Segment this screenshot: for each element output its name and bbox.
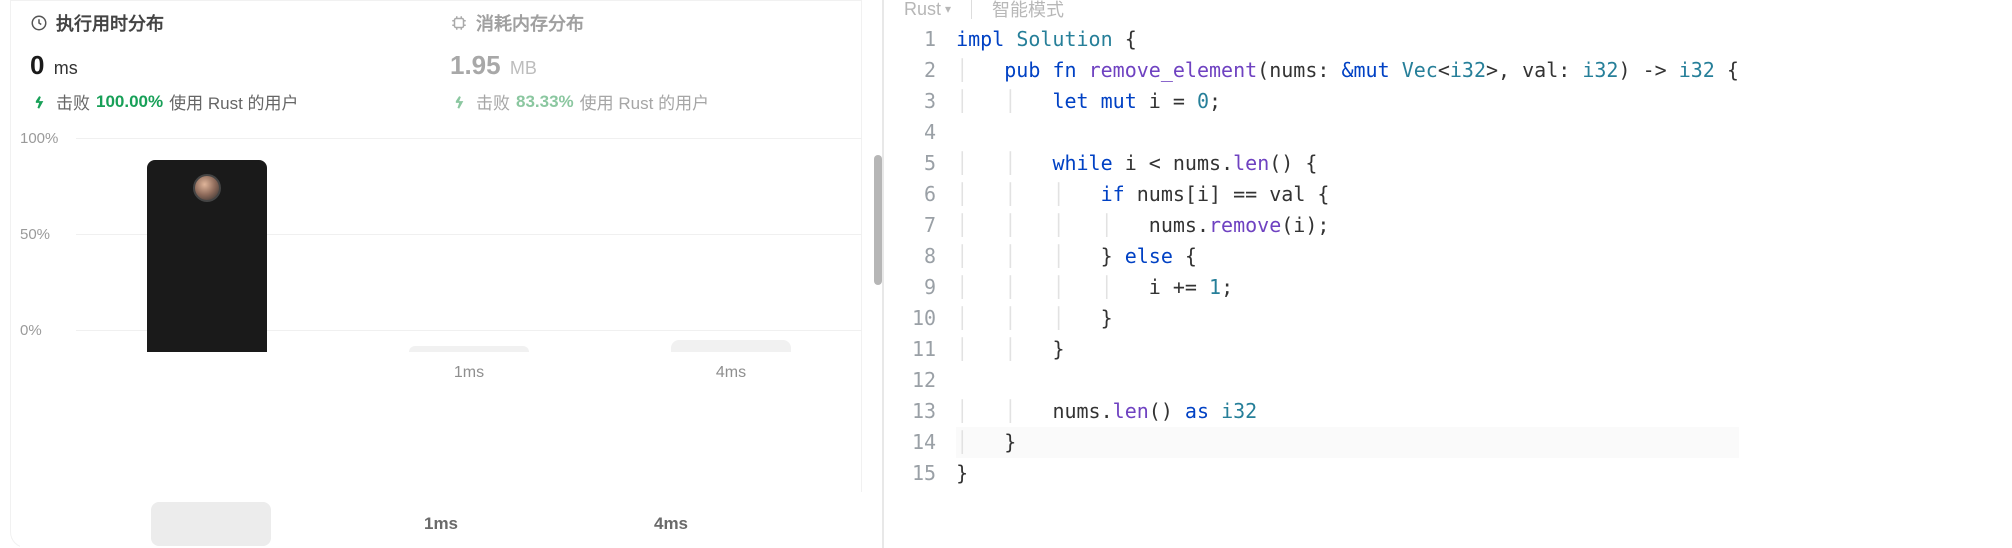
runtime-value-row: 0 ms <box>30 50 410 81</box>
memory-beat-line: 击败 83.33% 使用 Rust 的用户 <box>450 89 830 114</box>
runtime-beat-suffix: 使用 Rust 的用户 <box>169 89 298 114</box>
clap-icon <box>450 92 470 112</box>
chip-icon <box>450 14 468 32</box>
y-tick-100: 100% <box>20 130 58 147</box>
line-number: 12 <box>912 365 936 396</box>
editor-mode[interactable]: 智能模式 <box>992 0 1064 22</box>
y-tick-0: 0% <box>20 322 42 339</box>
code-line[interactable]: │ │ │ } else { <box>956 241 1739 272</box>
bar-slot[interactable] <box>338 132 600 352</box>
code-line[interactable]: } <box>956 458 1739 489</box>
chevron-down-icon: ▾ <box>945 2 951 16</box>
memory-beat-word: 击败 <box>476 89 510 114</box>
clock-icon <box>30 14 48 32</box>
line-number: 1 <box>912 24 936 55</box>
code-line[interactable]: │ │ let mut i = 0; <box>956 86 1739 117</box>
memory-beat-pct: 83.33% <box>516 92 574 112</box>
chart-tabs: 1ms 4ms <box>20 492 862 548</box>
code-line[interactable] <box>956 117 1739 148</box>
memory-beat-suffix: 使用 Rust 的用户 <box>580 89 709 114</box>
chart-tab[interactable]: 1ms <box>381 502 501 546</box>
avatar <box>193 174 221 202</box>
code-line[interactable]: │ │ while i < nums.len() { <box>956 148 1739 179</box>
code-line[interactable]: │ } <box>956 427 1739 458</box>
code-lines[interactable]: impl Solution {│ pub fn remove_element(n… <box>956 24 1739 489</box>
x-tick-label: 1ms <box>338 364 600 382</box>
x-axis-labels: 1ms4ms <box>76 364 862 382</box>
runtime-chart: 100% 50% 0% 1ms4ms <box>20 132 862 392</box>
clap-icon <box>30 92 50 112</box>
runtime-beat-line: 击败 100.00% 使用 Rust 的用户 <box>30 89 410 114</box>
chart-tab[interactable]: 4ms <box>611 502 731 546</box>
y-axis: 100% 50% 0% <box>20 132 76 352</box>
line-number: 9 <box>912 272 936 303</box>
code-editor-panel: Rust ▾ 智能模式 123456789101112131415 impl S… <box>882 0 2012 548</box>
chart-bar[interactable] <box>147 160 267 352</box>
line-number: 11 <box>912 334 936 365</box>
line-number: 2 <box>912 55 936 86</box>
code-line[interactable]: │ │ } <box>956 334 1739 365</box>
line-number: 5 <box>912 148 936 179</box>
scrollbar[interactable] <box>874 155 882 285</box>
line-number: 15 <box>912 458 936 489</box>
divider <box>971 0 972 19</box>
runtime-title-row: 执行用时分布 <box>30 10 410 36</box>
code-line[interactable]: │ │ nums.len() as i32 <box>956 396 1739 427</box>
chart-bar[interactable] <box>409 346 529 352</box>
x-tick-label <box>76 364 338 382</box>
code-area[interactable]: 123456789101112131415 impl Solution {│ p… <box>900 24 2012 489</box>
memory-card[interactable]: 消耗内存分布 1.95 MB 击败 83.33% 使用 Rust 的用户 <box>450 10 830 114</box>
runtime-value: 0 <box>30 50 44 80</box>
line-number: 3 <box>912 86 936 117</box>
runtime-card[interactable]: 执行用时分布 0 ms 击败 100.00% 使用 Rust 的用户 <box>30 10 410 114</box>
memory-title: 消耗内存分布 <box>476 10 584 36</box>
code-line[interactable]: impl Solution { <box>956 24 1739 55</box>
line-number: 8 <box>912 241 936 272</box>
code-line[interactable]: │ │ │ │ nums.remove(i); <box>956 210 1739 241</box>
line-number: 4 <box>912 117 936 148</box>
language-label: Rust <box>904 0 941 20</box>
line-number: 10 <box>912 303 936 334</box>
line-number: 13 <box>912 396 936 427</box>
memory-value-row: 1.95 MB <box>450 50 830 81</box>
code-line[interactable]: │ │ │ │ i += 1; <box>956 272 1739 303</box>
line-number: 6 <box>912 179 936 210</box>
bar-slot[interactable] <box>600 132 862 352</box>
code-line[interactable]: │ │ │ } <box>956 303 1739 334</box>
code-line[interactable] <box>956 365 1739 396</box>
memory-value: 1.95 <box>450 50 501 80</box>
chart-bar[interactable] <box>671 340 791 352</box>
runtime-unit: ms <box>54 58 78 78</box>
line-gutter: 123456789101112131415 <box>900 24 956 489</box>
y-tick-50: 50% <box>20 226 50 243</box>
stats-row: 执行用时分布 0 ms 击败 100.00% 使用 Rust 的用户 消耗内存分… <box>0 0 882 114</box>
runtime-beat-word: 击败 <box>56 89 90 114</box>
editor-header: Rust ▾ 智能模式 <box>900 0 2012 24</box>
bar-slot[interactable] <box>76 132 338 352</box>
line-number: 7 <box>912 210 936 241</box>
stats-panel: 执行用时分布 0 ms 击败 100.00% 使用 Rust 的用户 消耗内存分… <box>0 0 882 548</box>
runtime-beat-pct: 100.00% <box>96 92 163 112</box>
x-tick-label: 4ms <box>600 364 862 382</box>
code-line[interactable]: │ pub fn remove_element(nums: &mut Vec<i… <box>956 55 1739 86</box>
code-line[interactable]: │ │ │ if nums[i] == val { <box>956 179 1739 210</box>
line-number: 14 <box>912 427 936 458</box>
chart-plot <box>76 132 862 352</box>
memory-unit: MB <box>510 58 537 78</box>
chart-tab[interactable] <box>151 502 271 546</box>
runtime-title: 执行用时分布 <box>56 10 164 36</box>
memory-title-row: 消耗内存分布 <box>450 10 830 36</box>
language-selector[interactable]: Rust ▾ <box>904 0 951 20</box>
